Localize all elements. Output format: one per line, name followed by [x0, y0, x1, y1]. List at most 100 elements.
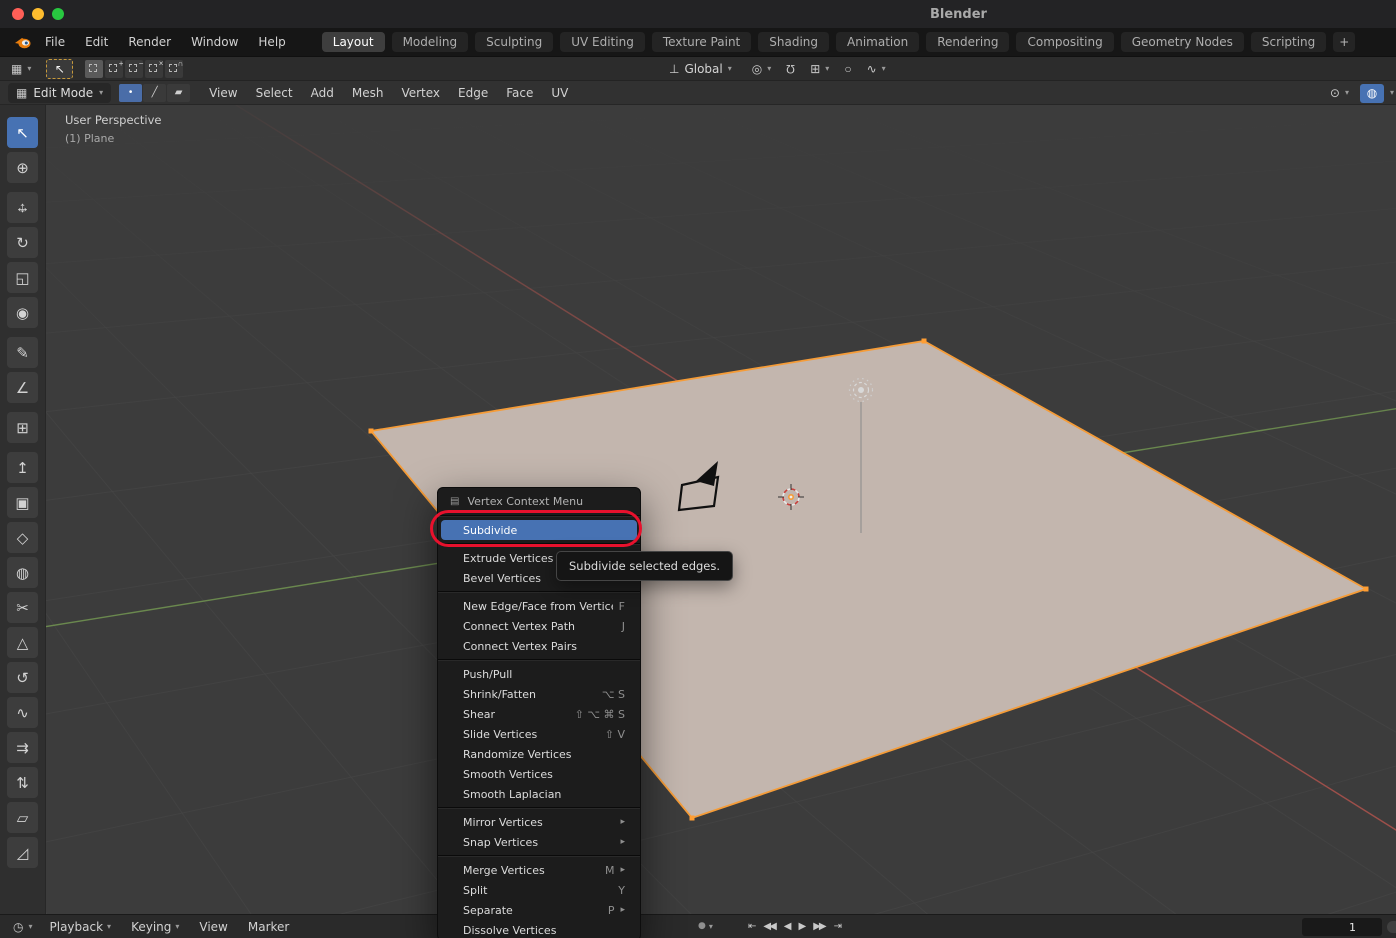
menu-edit[interactable]: Edit: [75, 28, 118, 56]
close-window-button[interactable]: [12, 8, 24, 20]
menu-vertex[interactable]: Vertex: [392, 81, 449, 105]
menu-file[interactable]: File: [35, 28, 75, 56]
bevel-tool-icon[interactable]: ◇: [7, 522, 38, 553]
edge-select-button[interactable]: ╱: [143, 83, 167, 102]
menu-item-slide-vertices[interactable]: Slide Vertices ⇧ V ▸: [441, 724, 637, 744]
zoom-window-button[interactable]: [52, 8, 64, 20]
tab-scripting[interactable]: Scripting: [1250, 32, 1327, 52]
edge-slide-tool-icon[interactable]: ⇉: [7, 732, 38, 763]
vertex-select-button[interactable]: •: [119, 83, 143, 102]
tab-modeling[interactable]: Modeling: [391, 32, 469, 52]
blender-logo-icon[interactable]: [14, 36, 31, 49]
plane-vertex[interactable]: [689, 815, 695, 821]
tab-uv-editing[interactable]: UV Editing: [560, 32, 645, 52]
pivot-point-dropdown[interactable]: ◎ ▾: [747, 59, 777, 79]
inset-faces-tool-icon[interactable]: ▣: [7, 487, 38, 518]
tab-layout[interactable]: Layout: [321, 32, 385, 52]
tab-rendering[interactable]: Rendering: [926, 32, 1010, 52]
menu-item-separate[interactable]: Separate P ▸: [441, 900, 637, 920]
menu-view[interactable]: View: [200, 81, 246, 105]
menu-view-timeline[interactable]: View ▾: [189, 913, 237, 938]
menu-mesh[interactable]: Mesh: [343, 81, 393, 105]
menu-item-smooth-laplacian[interactable]: Smooth Laplacian ▸: [441, 784, 637, 804]
transform-tool-icon[interactable]: ◉: [7, 297, 38, 328]
play-button[interactable]: ▶: [794, 919, 808, 934]
falloff-dropdown[interactable]: ∿ ▾: [862, 59, 891, 79]
plane-vertex[interactable]: [921, 338, 927, 344]
play-reverse-button[interactable]: ◀: [780, 919, 794, 934]
prev-keyframe-button[interactable]: ◀◀: [759, 919, 778, 934]
editor-type-dropdown[interactable]: ▦ ▾: [6, 59, 36, 79]
shear-tool-icon[interactable]: ▱: [7, 802, 38, 833]
menu-render[interactable]: Render: [118, 28, 181, 56]
menu-face[interactable]: Face: [497, 81, 542, 105]
menu-edge[interactable]: Edge: [449, 81, 497, 105]
rip-region-tool-icon[interactable]: ◿: [7, 837, 38, 868]
plane-vertex[interactable]: [1363, 586, 1369, 592]
rotate-tool-icon[interactable]: ↻: [7, 227, 38, 258]
timeline-corner-button[interactable]: [1386, 920, 1396, 934]
menu-item-merge-vertices[interactable]: Merge Vertices M ▸: [441, 860, 637, 880]
menu-item-randomize-vertices[interactable]: Randomize Vertices ▸: [441, 744, 637, 764]
select-box-tool-icon[interactable]: ↖: [7, 117, 38, 148]
annotate-tool-icon[interactable]: ✎: [7, 337, 38, 368]
snap-settings-dropdown[interactable]: ⊞ ▾: [805, 59, 834, 79]
proportional-editing-toggle[interactable]: ○: [844, 63, 851, 75]
menu-add[interactable]: Add: [302, 81, 343, 105]
spin-tool-icon[interactable]: ↺: [7, 662, 38, 693]
menu-item-mirror-vertices[interactable]: Mirror Vertices ▸: [441, 812, 637, 832]
smooth-tool-icon[interactable]: ∿: [7, 697, 38, 728]
menu-item-subdivide[interactable]: Subdivide ▸: [441, 520, 637, 540]
tab-animation[interactable]: Animation: [836, 32, 920, 52]
shrink-fatten-tool-icon[interactable]: ⇅: [7, 767, 38, 798]
jump-to-start-button[interactable]: ⇤: [744, 919, 758, 934]
mode-dropdown[interactable]: ▦ Edit Mode ▾: [8, 82, 112, 103]
current-frame-field[interactable]: 1: [1302, 918, 1382, 936]
tab-geometry-nodes[interactable]: Geometry Nodes: [1120, 32, 1244, 52]
menu-item-dissolve-vertices[interactable]: Dissolve Vertices ▸: [441, 920, 637, 938]
tab-texture-paint[interactable]: Texture Paint: [651, 32, 752, 52]
measure-tool-icon[interactable]: ∠: [7, 372, 38, 403]
face-select-button[interactable]: ▰: [167, 83, 191, 102]
plane-vertex[interactable]: [368, 428, 374, 434]
select-op-extend[interactable]: +: [105, 59, 124, 78]
menu-marker[interactable]: Marker ▾: [238, 913, 299, 938]
menu-item-push-pull[interactable]: Push/Pull ▸: [441, 664, 637, 684]
tab-compositing[interactable]: Compositing: [1016, 32, 1114, 52]
knife-tool-icon[interactable]: ✂: [7, 592, 38, 623]
move-tool-icon[interactable]: ↔ ↕: [7, 192, 38, 223]
menu-item-new-edge-face[interactable]: New Edge/Face from Vertices F ▸: [441, 596, 637, 616]
poly-build-tool-icon[interactable]: △: [7, 627, 38, 658]
loop-cut-tool-icon[interactable]: ◍: [7, 557, 38, 588]
menu-item-shrink-fatten[interactable]: Shrink/Fatten ⌥ S ▸: [441, 684, 637, 704]
menu-playback[interactable]: Playback ▾: [40, 913, 122, 938]
add-cube-tool-icon[interactable]: ⊞: [7, 412, 38, 443]
extrude-region-tool-icon[interactable]: ↥: [7, 452, 38, 483]
timeline-editor-dropdown[interactable]: ◷ ▾: [8, 917, 38, 937]
chevron-down-icon[interactable]: ▾: [1390, 89, 1394, 97]
menu-window[interactable]: Window: [181, 28, 248, 56]
tab-shading[interactable]: Shading: [758, 32, 829, 52]
auto-keying-toggle[interactable]: ● ▾: [698, 922, 713, 931]
menu-item-smooth-vertices[interactable]: Smooth Vertices ▸: [441, 764, 637, 784]
snap-toggle-button[interactable]: Ω: [786, 62, 795, 76]
minimize-window-button[interactable]: [32, 8, 44, 20]
menu-help[interactable]: Help: [248, 28, 295, 56]
next-keyframe-button[interactable]: ▶▶: [809, 919, 828, 934]
tab-sculpting[interactable]: Sculpting: [475, 32, 554, 52]
jump-to-end-button[interactable]: ⇥: [830, 919, 844, 934]
menu-keying[interactable]: Keying ▾: [121, 913, 189, 938]
cursor-tool-icon[interactable]: ⊕: [7, 152, 38, 183]
menu-uv[interactable]: UV: [542, 81, 577, 105]
menu-item-connect-vertex-pairs[interactable]: Connect Vertex Pairs ▸: [441, 636, 637, 656]
menu-item-snap-vertices[interactable]: Snap Vertices ▸: [441, 832, 637, 852]
scale-tool-icon[interactable]: ◱: [7, 262, 38, 293]
active-tool-button[interactable]: ↖: [46, 58, 74, 79]
menu-select[interactable]: Select: [247, 81, 302, 105]
select-op-invert[interactable]: ×: [145, 59, 164, 78]
visibility-dropdown[interactable]: ⊙ ▾: [1325, 83, 1354, 103]
viewport-shading-button[interactable]: ◍: [1359, 83, 1384, 103]
menu-item-shear[interactable]: Shear ⇧ ⌥ ⌘ S ▸: [441, 704, 637, 724]
transform-orientation-dropdown[interactable]: ⊥ Global ▾: [664, 59, 737, 79]
select-op-subtract[interactable]: −: [125, 59, 144, 78]
